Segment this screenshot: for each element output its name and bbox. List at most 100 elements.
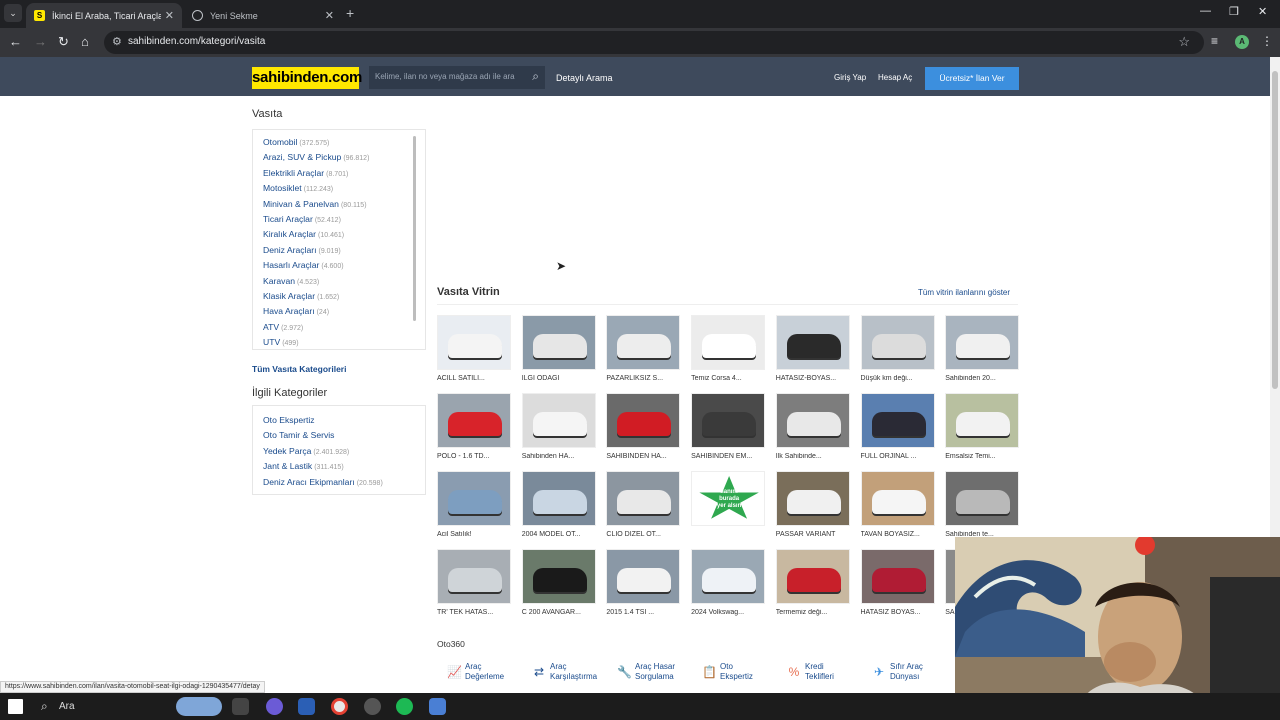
post-ad-button[interactable]: Ücretsiz* İlan Ver xyxy=(925,67,1019,90)
vitrin-thumbnail[interactable] xyxy=(521,549,596,604)
vitrin-card[interactable]: Temiz Corsa 4... xyxy=(691,315,766,382)
vitrin-caption[interactable]: POLO - 1.6 TD... xyxy=(437,453,511,460)
search-input[interactable]: Kelime, ilan no veya mağaza adı ile ara … xyxy=(369,66,545,89)
taskbar-search[interactable]: ⌕ Ara xyxy=(34,693,226,720)
vitrin-caption[interactable]: C 200 AVANGAR... xyxy=(522,609,596,616)
category-item[interactable]: Minivan & Panelvan (80.115) xyxy=(263,199,369,214)
vitrin-card[interactable]: Sahibinden HA... xyxy=(521,393,596,460)
vitrin-thumbnail[interactable] xyxy=(606,549,681,604)
search-icon[interactable]: ⌕ xyxy=(532,69,539,84)
category-item[interactable]: Yedek Parça (2.401.928) xyxy=(263,446,383,461)
vitrin-card[interactable]: SAHİBİNDEN HA... xyxy=(606,393,681,460)
category-item[interactable]: Hava Araçları (24) xyxy=(263,306,369,321)
app-icon[interactable] xyxy=(298,698,315,715)
site-info-icon[interactable]: ⚙ xyxy=(112,35,122,48)
category-item[interactable]: Motosiklet (112.243) xyxy=(263,183,369,198)
forward-icon[interactable]: → xyxy=(34,34,47,49)
vitrin-caption[interactable]: PASSAR VARIANT xyxy=(776,531,850,538)
vitrin-card[interactable]: 2015 1.4 TSİ ... xyxy=(606,549,681,616)
scrollbar-thumb[interactable] xyxy=(1272,71,1278,389)
category-item[interactable]: Klasik Araçlar (1.652) xyxy=(263,291,369,306)
all-categories-link[interactable]: Tüm Vasıta Kategorileri xyxy=(252,364,346,374)
category-item[interactable]: Karavan (4.523) xyxy=(263,276,369,291)
vitrin-thumbnail[interactable] xyxy=(945,315,1020,370)
vitrin-card[interactable]: TAVAN BOYASIZ... xyxy=(860,471,935,538)
vitrin-thumbnail[interactable] xyxy=(437,549,511,604)
vitrin-caption[interactable]: İLGİ ODAĞI xyxy=(522,375,596,382)
back-icon[interactable]: ← xyxy=(9,34,22,49)
category-item[interactable]: Arazi, SUV & Pickup (96.812) xyxy=(263,152,369,167)
vitrin-card[interactable]: FULL ORJİNAL ... xyxy=(860,393,935,460)
login-link[interactable]: Giriş Yap xyxy=(834,73,866,82)
vitrin-caption[interactable]: Emsalsiz Temi... xyxy=(945,453,1019,460)
oto360-service[interactable]: 📈 Araç Değerleme xyxy=(447,662,504,682)
vitrin-card[interactable]: POLO - 1.6 TD... xyxy=(437,393,511,460)
vitrin-caption[interactable]: Acil Satılık! xyxy=(437,531,511,538)
vitrin-caption[interactable]: 2004 MODEL OT... xyxy=(522,531,596,538)
vitrin-thumbnail[interactable] xyxy=(521,471,596,526)
close-tab-icon[interactable]: ✕ xyxy=(325,9,334,22)
restore-icon[interactable]: ❐ xyxy=(1229,5,1239,18)
windows-start-icon[interactable] xyxy=(8,699,23,714)
vitrin-thumbnail[interactable] xyxy=(521,393,596,448)
close-window-icon[interactable]: ✕ xyxy=(1258,5,1267,18)
vitrin-caption[interactable]: 2015 1.4 TSİ ... xyxy=(606,609,680,616)
vitrin-thumbnail[interactable] xyxy=(945,471,1020,526)
chrome-menu-icon[interactable]: ⋮ xyxy=(1261,34,1273,48)
category-item[interactable]: Otomobil (372.575) xyxy=(263,137,369,152)
oto360-service[interactable]: ✈ Sıfır Araç Dünyası xyxy=(872,662,923,682)
vitrin-card[interactable]: SAHİBİNDEN EM... xyxy=(691,393,766,460)
vitrin-caption[interactable]: HATASİZ BOYAS... xyxy=(861,609,935,616)
vitrin-caption[interactable]: Sahibinden 20... xyxy=(945,375,1019,382)
vitrin-thumbnail[interactable] xyxy=(775,471,850,526)
vitrin-thumbnail[interactable] xyxy=(606,471,681,526)
vitrin-caption[interactable]: FULL ORJİNAL ... xyxy=(861,453,935,460)
profile-avatar[interactable]: A xyxy=(1235,35,1249,49)
oto360-service[interactable]: 🔧 Araç Hasar Sorgulama xyxy=(617,662,675,682)
site-logo[interactable]: sahibinden.com xyxy=(252,67,362,89)
vitrin-thumbnail[interactable] xyxy=(775,315,850,370)
vitrin-card[interactable]: HATASİZ BOYAS... xyxy=(860,549,935,616)
vitrin-caption[interactable]: TAVAN BOYASIZ... xyxy=(861,531,935,538)
tab-sahibinden[interactable]: S İkinci El Araba, Ticari Araçlar, M ✕ xyxy=(26,3,182,28)
vitrin-card[interactable]: ACİLL SATILI... xyxy=(437,315,511,382)
oto360-service[interactable]: ⇄ Araç Karşılaştırma xyxy=(532,662,597,682)
vitrin-card[interactable]: PAZARLIKSIZ S... xyxy=(606,315,681,382)
vitrin-thumbnail[interactable] xyxy=(437,471,511,526)
vitrin-card[interactable]: Acil Satılık! xyxy=(437,471,511,538)
category-item[interactable]: Oto Ekspertiz xyxy=(263,415,383,430)
vitrin-card[interactable]: Sahibinden te... xyxy=(945,471,1020,538)
vitrin-thumbnail[interactable] xyxy=(691,315,766,370)
app-icon[interactable] xyxy=(266,698,283,715)
category-item[interactable]: Oto Tamir & Servis xyxy=(263,430,383,445)
vitrin-caption[interactable]: Temiz Corsa 4... xyxy=(691,375,765,382)
vitrin-card[interactable]: 2024 Volkswag... xyxy=(691,549,766,616)
tab-search-chevron-icon[interactable]: ⌄ xyxy=(4,4,22,22)
category-item[interactable]: Elektrikli Araçlar (8.701) xyxy=(263,168,369,183)
vitrin-thumbnail[interactable] xyxy=(775,549,850,604)
vitrin-card[interactable]: C 200 AVANGAR... xyxy=(521,549,596,616)
vitrin-caption[interactable]: HATASIZ-BOYAS... xyxy=(776,375,850,382)
category-item[interactable]: Ticari Araçlar (52.412) xyxy=(263,214,369,229)
category-scrollbar[interactable] xyxy=(413,136,416,321)
vitrin-caption[interactable]: Düşük km deği... xyxy=(861,375,935,382)
vitrin-card[interactable]: Düşük km deği... xyxy=(860,315,935,382)
vitrin-caption[interactable]: 2024 Volkswag... xyxy=(691,609,765,616)
chrome-icon[interactable] xyxy=(331,698,348,715)
vitrin-caption[interactable]: Sahibinden HA... xyxy=(522,453,596,460)
vitrin-caption[interactable]: SAHİBİNDEN HA... xyxy=(606,453,680,460)
media-controls-icon[interactable]: ≡ xyxy=(1211,34,1218,48)
bookmark-star-icon[interactable]: ☆ xyxy=(1178,34,1190,50)
vitrin-card[interactable]: TR' TEK HATAS... xyxy=(437,549,511,616)
promo-star-badge[interactable]: İlanım burada yer alsın xyxy=(699,476,759,519)
vitrin-thumbnail[interactable] xyxy=(606,315,681,370)
vitrin-card[interactable]: HATASIZ-BOYAS... xyxy=(775,315,850,382)
category-item[interactable]: Hasarlı Araçlar (4.600) xyxy=(263,260,369,275)
detailed-search-link[interactable]: Detaylı Arama xyxy=(556,73,613,83)
close-tab-icon[interactable]: ✕ xyxy=(165,9,174,22)
vitrin-caption[interactable]: SAHİBİNDEN EM... xyxy=(691,453,765,460)
category-item[interactable]: Kiralık Araçlar (10.461) xyxy=(263,229,369,244)
oto360-service[interactable]: 📋 Oto Ekspertiz xyxy=(702,662,753,682)
vitrin-caption[interactable]: CLİO DİZEL OT... xyxy=(606,531,680,538)
category-item[interactable]: UTV (499) xyxy=(263,337,369,349)
